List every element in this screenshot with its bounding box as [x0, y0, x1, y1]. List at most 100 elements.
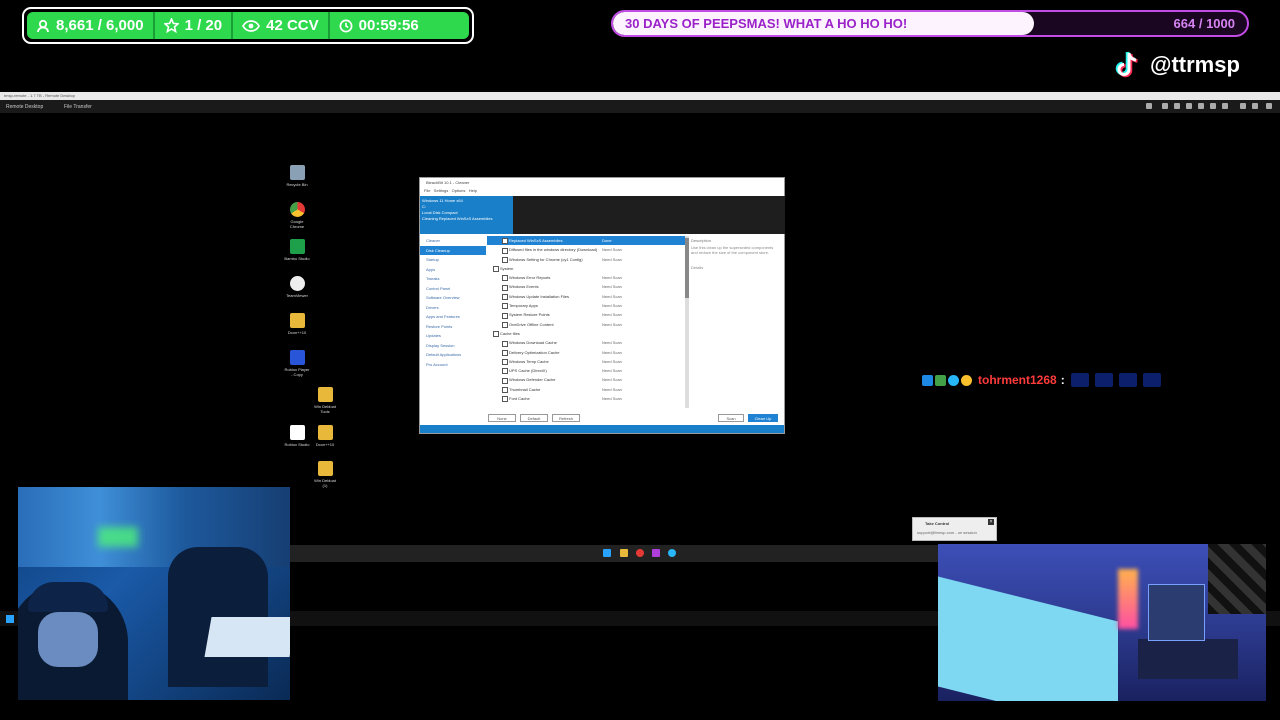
list-item[interactable]: OneDrive Offline Content Need Scan — [487, 320, 685, 329]
sidebar-item[interactable]: Cleaner — [420, 236, 486, 246]
checkbox[interactable] — [493, 266, 499, 273]
list-item[interactable]: Delivery Optimization Cache Need Scan — [487, 348, 685, 357]
tab-remote-desktop[interactable]: Remote Desktop — [6, 104, 43, 110]
app-sidebar: Cleaner Disk Cleanup Startup Apps Tweaks Cont… — [420, 236, 486, 421]
menu-settings[interactable]: Settings — [434, 188, 448, 193]
desktop-icon-bambu[interactable]: Bambu Studio — [284, 239, 310, 261]
list-item[interactable]: Thumbnail Cache Need Scan — [487, 385, 685, 394]
sidebar-item[interactable]: Display Session — [420, 341, 486, 351]
sidebar-item[interactable]: Software Overview — [420, 293, 486, 303]
desktop-icon-chrome[interactable]: Google Chrome — [284, 202, 310, 229]
scan-button[interactable]: Scan — [718, 414, 744, 422]
checkbox[interactable] — [502, 247, 508, 254]
explorer-icon[interactable] — [620, 549, 628, 557]
chrome-icon[interactable] — [636, 549, 644, 557]
checkbox[interactable] — [502, 303, 508, 310]
checkbox[interactable] — [502, 256, 508, 263]
checkbox[interactable] — [502, 284, 508, 291]
list-item[interactable]: Windows Update Installation Files Need Sc… — [487, 292, 685, 301]
list-item-label: Font Cache — [509, 396, 530, 402]
maximize-icon[interactable] — [1252, 103, 1258, 109]
list-item[interactable]: System Restore Points Need Scan — [487, 310, 685, 319]
list-scrollbar[interactable] — [685, 236, 689, 408]
list-item[interactable]: Windows Error Reports Need Scan — [487, 273, 685, 282]
checkbox[interactable] — [502, 238, 508, 245]
checkbox[interactable] — [502, 387, 508, 394]
app-status-bar — [420, 425, 784, 433]
screen-icon[interactable] — [1162, 103, 1168, 109]
refresh-button[interactable]: Refresh — [552, 414, 580, 422]
sidebar-item[interactable]: Default Applications — [420, 350, 486, 360]
sidebar-item[interactable]: Startup — [420, 255, 486, 265]
minimize-icon[interactable] — [1240, 103, 1246, 109]
list-item-status: Need Scan — [602, 293, 622, 299]
list-item[interactable]: Windows Download Cache Need Scan — [487, 338, 685, 347]
checkbox[interactable] — [502, 349, 508, 356]
desktop-icon-folder-dcon[interactable]: Dcon++10 — [284, 313, 310, 335]
desktop-icon-win-debloat[interactable]: Win Debloat Tools — [312, 387, 338, 414]
cleanup-button[interactable]: Clean Up — [748, 414, 778, 422]
cleaner-app-window[interactable]: BleachBit 10.1 - Cleaner File Settings O… — [419, 177, 785, 434]
list-item[interactable]: Diffused files in the windows directory … — [487, 245, 685, 254]
list-item[interactable]: UPS Cache (DirectX) Need Scan — [487, 366, 685, 375]
list-item[interactable]: Replaced WinSxS Assemblies Done — [487, 236, 685, 246]
sidebar-item[interactable]: Control Panel — [420, 284, 486, 294]
close-icon[interactable]: × — [988, 519, 994, 525]
sidebar-item[interactable]: Apps — [420, 265, 486, 275]
desktop-icon-teamviewer[interactable]: TeamViewer — [284, 276, 310, 298]
notification-toast[interactable]: Take Control support@ttrmsp.com - on ses… — [912, 517, 997, 541]
chrome-icon — [289, 202, 305, 217]
checkbox[interactable] — [502, 340, 508, 347]
list-item[interactable]: Font Cache Need Scan — [487, 394, 685, 403]
list-item-status: Need Scan — [602, 312, 622, 318]
settings-icon[interactable] — [1146, 103, 1152, 109]
windows-icon[interactable] — [6, 615, 14, 623]
keyboard-icon[interactable] — [1198, 103, 1204, 109]
close-icon[interactable] — [1266, 103, 1272, 109]
checkbox[interactable] — [493, 331, 499, 338]
checkbox[interactable] — [502, 377, 508, 384]
list-item[interactable]: Windows Setting for Chrome (cy1 Config) N… — [487, 255, 685, 264]
desktop-icon-recycle-bin[interactable]: Recycle Bin — [284, 165, 310, 187]
folder-icon — [317, 461, 333, 476]
menu-options[interactable]: Options — [452, 188, 466, 193]
sidebar-item[interactable]: Updates — [420, 331, 486, 341]
desktop-icon-roblox-player[interactable]: Roblox Player - Copy — [284, 350, 310, 377]
desktop-icon-roblox-studio[interactable]: Roblox Studio — [284, 425, 310, 447]
desktop-icon-win-debloat-2[interactable]: Win Debloat (1) — [312, 461, 338, 488]
checkbox[interactable] — [502, 359, 508, 366]
sidebar-item[interactable]: Tweaks — [420, 274, 486, 284]
checkbox[interactable] — [502, 294, 508, 301]
desktop-icon-folder-dcon-2[interactable]: Dcon++10 — [312, 425, 338, 447]
checkbox[interactable] — [502, 312, 508, 319]
list-item[interactable]: Windows Defender Cache Need Scan — [487, 375, 685, 384]
list-item[interactable]: Cache files — [487, 329, 685, 338]
list-item[interactable]: Windows Temp Cache Need Scan — [487, 357, 685, 366]
app-icon[interactable] — [652, 549, 660, 557]
checkbox[interactable] — [502, 321, 508, 328]
sidebar-item[interactable]: Disk Cleanup — [420, 245, 486, 255]
list-item[interactable]: Windows Events Need Scan — [487, 282, 685, 291]
tools-icon[interactable] — [1174, 103, 1180, 109]
tab-file-transfer[interactable]: File Transfer — [64, 104, 92, 110]
none-button[interactable]: None — [488, 414, 516, 422]
zoom-icon[interactable] — [1186, 103, 1192, 109]
menu-file[interactable]: File — [424, 188, 430, 193]
teamviewer-icon[interactable] — [668, 549, 676, 557]
list-item[interactable]: System — [487, 264, 685, 273]
sidebar-item[interactable]: Drivers — [420, 303, 486, 313]
sidebar-item[interactable]: Pro Account — [420, 360, 486, 370]
chat-icon[interactable] — [1222, 103, 1228, 109]
checkbox[interactable] — [502, 396, 508, 403]
list-item[interactable]: Temporary Apps Need Scan — [487, 301, 685, 310]
sidebar-item[interactable]: Restore Points — [420, 322, 486, 332]
checkbox[interactable] — [502, 275, 508, 282]
default-button[interactable]: Default — [520, 414, 548, 422]
bambu-studio-icon — [289, 239, 305, 254]
start-icon[interactable] — [603, 549, 611, 557]
file-icon[interactable] — [1210, 103, 1216, 109]
folder-icon — [317, 387, 333, 402]
sidebar-item[interactable]: Apps and Features — [420, 312, 486, 322]
checkbox[interactable] — [502, 368, 508, 375]
menu-help[interactable]: Help — [469, 188, 477, 193]
